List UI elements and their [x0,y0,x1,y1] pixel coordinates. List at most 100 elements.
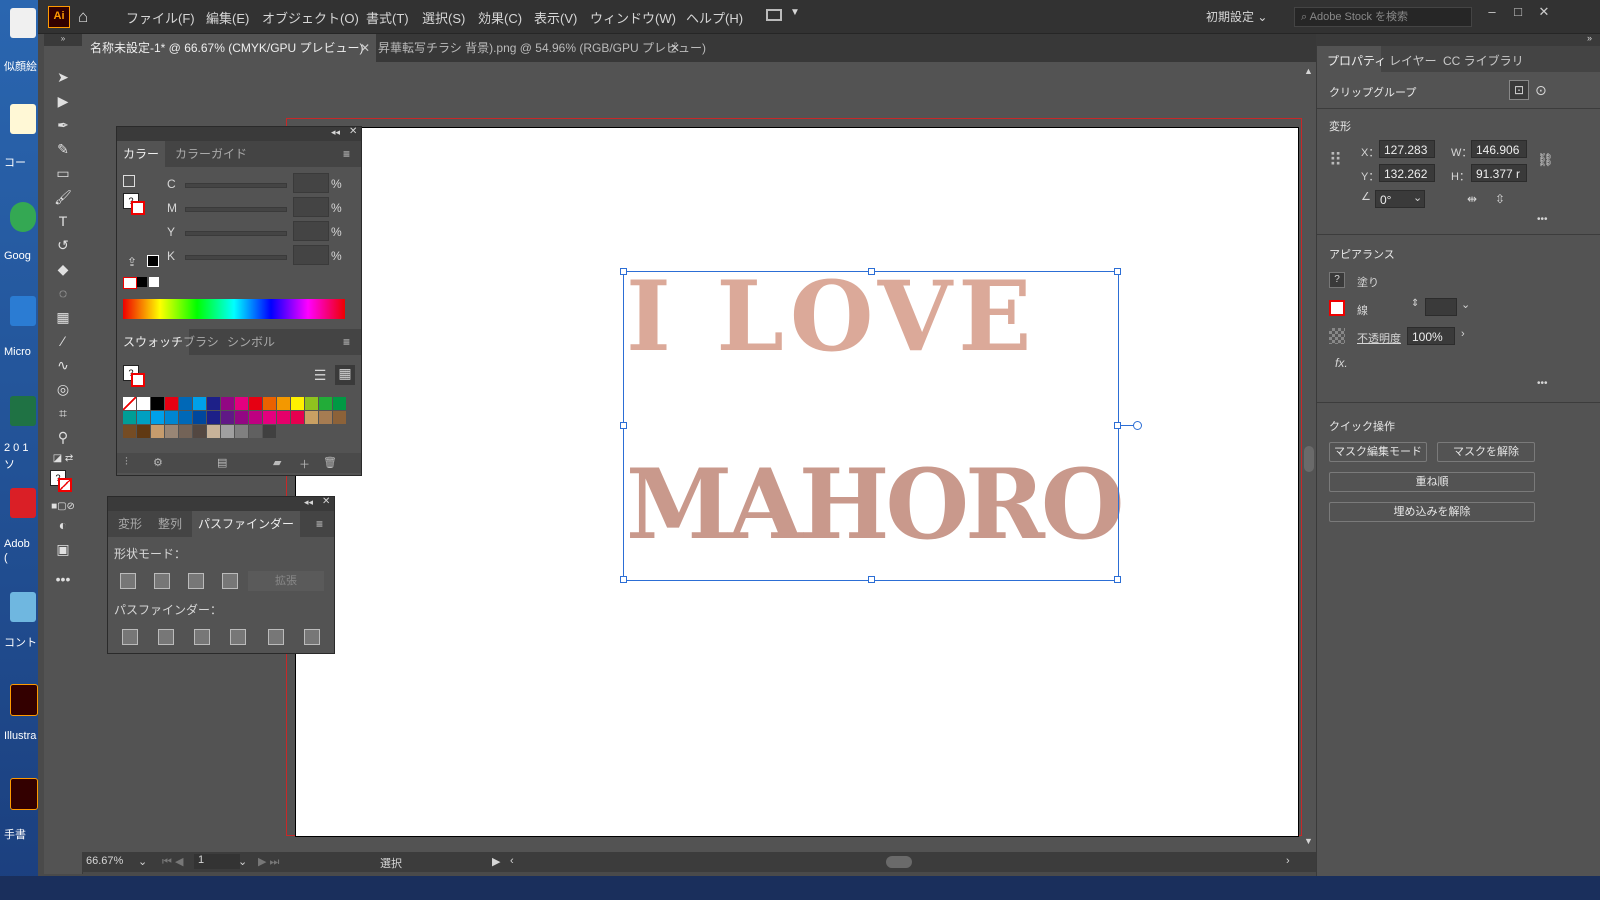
color-swatch[interactable] [235,397,248,410]
outline-button[interactable] [268,629,284,645]
menu-help[interactable]: ヘルプ(H) [686,8,743,27]
collapse-icon[interactable]: ◂◂ [331,127,340,138]
pen-tool-icon[interactable]: ✒ [50,114,76,136]
vertical-scrollbar[interactable]: ▲ ▼ [1302,62,1316,852]
color-swatch[interactable] [319,397,332,410]
direct-selection-tool-icon[interactable]: ▶ [50,90,76,112]
color-swatch[interactable] [151,397,164,410]
stroke-none-icon[interactable] [131,201,145,215]
tab-symbols[interactable]: シンボル [221,329,281,355]
constrain-proportions-icon[interactable]: ⛓ [1537,152,1554,168]
more-options-icon[interactable]: ••• [1537,378,1548,389]
edge-icon[interactable] [10,296,36,326]
color-swatch[interactable] [319,411,332,424]
menu-file[interactable]: ファイル(F) [126,8,195,27]
color-swatch[interactable] [263,425,276,438]
color-swatch[interactable] [207,425,220,438]
workspace-switcher[interactable]: 初期設定 ⌄ [1206,8,1267,25]
swatch-options-icon[interactable]: ▤ [217,456,227,469]
color-swatch[interactable] [235,411,248,424]
minimize-button[interactable]: – [1482,4,1502,24]
channel-y-slider[interactable] [185,231,287,236]
color-swatch[interactable] [137,397,150,410]
color-swatch[interactable] [207,397,220,410]
color-swatch[interactable] [193,425,206,438]
chevron-right-icon[interactable]: › [1461,328,1465,340]
color-swatch[interactable] [207,411,220,424]
minus-back-button[interactable] [304,629,320,645]
none-swatch[interactable] [123,397,136,410]
channel-c-input[interactable] [293,173,329,193]
artboard-number-input[interactable]: 1 [194,854,240,869]
minus-front-button[interactable] [154,573,170,589]
color-swatch[interactable] [137,425,150,438]
tab-transform[interactable]: 変形 [112,511,148,537]
document-tab-active[interactable]: 名称未設定-1* @ 66.67% (CMYK/GPU プレビュー) ✕ [82,34,376,62]
delete-swatch-icon[interactable]: 🗑 [323,456,337,469]
rotate-tool-icon[interactable]: ↺ [50,234,76,256]
resize-handle[interactable] [620,422,627,429]
reference-point-icon[interactable]: ⠿ [1329,150,1342,171]
horizontal-scrollbar-thumb[interactable] [886,856,912,868]
x-input[interactable]: 127.283 [1379,140,1435,158]
arrange-documents-icon[interactable] [766,9,782,21]
resize-handle[interactable] [1114,268,1121,275]
color-swatch[interactable] [221,397,234,410]
stroke-weight-input[interactable] [1425,298,1457,316]
resize-handle[interactable] [868,268,875,275]
desktop-file-icon[interactable] [10,104,36,134]
isolate-group-icon[interactable]: ⊡ [1509,80,1529,100]
intersect-button[interactable] [188,573,204,589]
artboard-nav-next-icon[interactable]: ▶ ⏭ [258,855,279,869]
color-swatch[interactable] [221,425,234,438]
tab-color[interactable]: カラー [117,141,166,167]
expand-button[interactable]: 拡張 [248,571,324,591]
h-input[interactable]: 91.377 r [1471,164,1527,182]
tab-properties[interactable]: プロパティ [1327,52,1386,69]
swatch-library-icon[interactable]: ⫶ [125,456,128,469]
panel-menu-icon[interactable]: ≡ [343,147,350,161]
illustrator-file-icon[interactable] [10,778,38,810]
channel-y-input[interactable] [293,221,329,241]
adobe-cc-icon[interactable] [10,488,36,518]
scroll-down-icon[interactable]: ▼ [1304,836,1313,846]
tab-pathfinder[interactable]: パスファインダー [192,511,301,537]
resize-handle[interactable] [1114,576,1121,583]
channel-k-input[interactable] [293,245,329,265]
resize-handle[interactable] [620,576,627,583]
fx-icon[interactable]: fx. [1335,356,1348,370]
stroke-none-icon[interactable] [1329,300,1345,316]
color-swatch[interactable] [305,411,318,424]
shape-builder-tool-icon[interactable]: ◎ [50,378,76,400]
stroke-label[interactable]: 線 [1357,302,1368,318]
color-swatch[interactable] [151,411,164,424]
color-swatch[interactable] [277,397,290,410]
scrollbar-thumb[interactable] [1304,446,1314,472]
stroke-none-icon[interactable] [58,478,72,492]
tab-brushes[interactable]: ブラシ [177,329,225,355]
chevron-down-icon[interactable]: ⌄ [138,855,147,868]
none-swatch[interactable] [123,277,137,289]
white-swatch[interactable] [149,277,159,287]
swatch-kind-icon[interactable]: ⚙ [153,456,163,469]
type-tool-icon[interactable]: T [50,210,76,232]
collapse-icon[interactable]: » [44,34,82,46]
divide-button[interactable] [122,629,138,645]
color-swatch[interactable] [291,397,304,410]
color-swatch[interactable] [291,411,304,424]
paintbrush-tool-icon[interactable]: 🖌 [50,186,76,208]
menu-effect[interactable]: 効果(C) [478,8,522,27]
unite-button[interactable] [120,573,136,589]
more-options-icon[interactable]: ••• [1537,214,1548,225]
color-swatch[interactable] [123,411,136,424]
color-swatch[interactable] [249,411,262,424]
color-swatch[interactable] [277,411,290,424]
screen-mode-icon[interactable]: ▣ [50,538,76,560]
color-swatch[interactable] [151,425,164,438]
new-swatch-icon[interactable]: ＋ [299,456,310,472]
collapse-icon[interactable]: » [1587,33,1592,43]
home-icon[interactable]: ⌂ [78,7,88,27]
scroll-left-icon[interactable]: ‹ [510,855,514,867]
opacity-input[interactable]: 100% [1407,327,1455,345]
channel-m-slider[interactable] [185,207,287,212]
